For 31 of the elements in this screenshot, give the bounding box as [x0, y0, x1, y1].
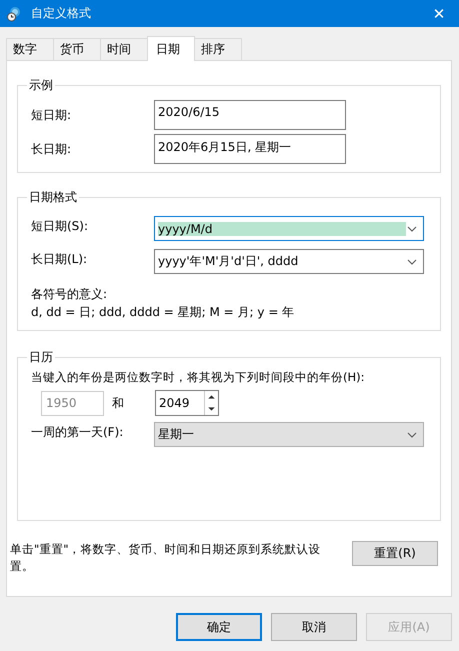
field-label: 短日期:: [31, 106, 72, 124]
tab[interactable]: 排序: [194, 38, 242, 60]
chevron-down-icon: [407, 432, 417, 438]
tab[interactable]: 数字: [6, 38, 54, 60]
dialog-button[interactable]: 取消: [271, 613, 357, 641]
year-range-label: 当键入的年份是两位数字时，将其视为下列时间段中的年份(H):: [31, 370, 366, 385]
legend-text: d, dd = 日; ddd, dddd = 星期; M = 月; y = 年: [31, 304, 296, 321]
field-label: 一周的第一天(F):: [31, 424, 124, 441]
field-label: 短日期(S):: [31, 218, 90, 235]
group-title: 日期格式: [28, 189, 78, 206]
group-title: 日历: [28, 349, 54, 366]
reset-note: 单击"重置"，将数字、货币、时间和日期还原到系统默认设置。: [10, 541, 322, 575]
sample-field: 2020年6月15日, 星期一: [154, 134, 346, 164]
chevron-down-icon: [407, 258, 417, 264]
reset-button[interactable]: 重置(R): [352, 541, 438, 566]
tab[interactable]: 日期: [147, 36, 195, 61]
group-title: 示例: [28, 77, 54, 94]
sample-field: 2020/6/15: [154, 100, 346, 130]
and-label: 和: [112, 394, 125, 412]
close-button[interactable]: ✕: [419, 0, 459, 27]
chevron-down-icon: [407, 226, 417, 232]
field-label: 长日期(L):: [31, 251, 88, 268]
first-day-combo[interactable]: 星期一: [154, 422, 424, 447]
to-year-spinbox[interactable]: 2049: [155, 390, 219, 416]
format-combo[interactable]: yyyy/M/d: [154, 216, 424, 241]
window-title: 自定义格式: [31, 5, 92, 22]
dialog-button[interactable]: 确定: [176, 613, 262, 641]
format-combo[interactable]: yyyy'年'M'月'd'日', dddd: [154, 249, 424, 274]
globe-clock-icon: [6, 6, 22, 22]
field-label: 长日期:: [31, 140, 72, 158]
legend-title: 各符号的意义:: [31, 286, 108, 303]
